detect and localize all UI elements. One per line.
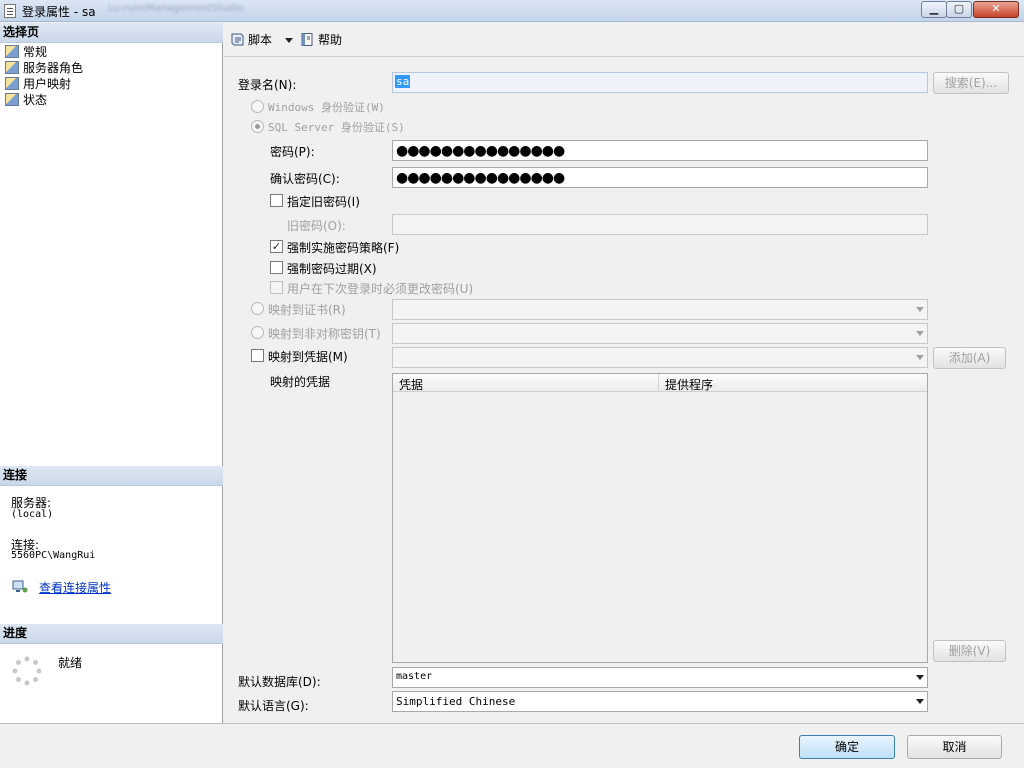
password-value: ●●●●●●●●●●●●●●●: [396, 143, 565, 159]
grid-header: 凭据 提供程序: [393, 374, 927, 392]
password-input[interactable]: ●●●●●●●●●●●●●●●: [392, 140, 928, 161]
map-asym-key-radio[interactable]: [251, 326, 264, 339]
search-button[interactable]: 搜索(E)...: [933, 72, 1009, 94]
map-credential-select[interactable]: [392, 347, 928, 368]
map-credential-label: 映射到凭据(M): [268, 350, 348, 364]
page-item-user-mapping[interactable]: 用户映射: [5, 76, 71, 92]
window-icon: [4, 4, 16, 18]
chevron-down-icon: [916, 675, 924, 680]
close-button[interactable]: ✕: [973, 1, 1019, 18]
connection-value: 5560PC\WangRui: [11, 550, 96, 561]
login-name-label: 登录名(N):: [238, 78, 297, 92]
grid-col-divider: [658, 374, 659, 392]
cancel-button[interactable]: 取消: [907, 735, 1002, 759]
default-language-label: 默认语言(G):: [238, 699, 309, 713]
maximize-button[interactable]: ▢: [946, 1, 972, 18]
chevron-down-icon: [916, 307, 924, 312]
remove-credential-button[interactable]: 删除(V): [933, 640, 1006, 662]
select-page-header: 选择页: [0, 23, 223, 43]
map-asym-key-label: 映射到非对称密钥(T): [268, 327, 381, 341]
chevron-down-icon: [916, 331, 924, 336]
toolbar: 脚本 帮助: [224, 23, 1024, 57]
server-value: (local): [11, 509, 54, 520]
progress-header: 进度: [0, 624, 223, 644]
general-page-form: 登录名(N): sa 搜索(E)... Windows 身份验证(W) SQL …: [224, 58, 1024, 723]
page-item-general[interactable]: 常规: [5, 44, 47, 60]
default-database-label: 默认数据库(D):: [238, 675, 321, 689]
old-password-input[interactable]: [392, 214, 928, 235]
sql-auth-radio[interactable]: [251, 120, 264, 133]
specify-old-password-checkbox[interactable]: [270, 194, 283, 207]
enforce-policy-checkbox[interactable]: ✓: [270, 240, 283, 253]
dialog-footer: 确定 取消: [0, 723, 1024, 768]
map-cert-radio[interactable]: [251, 302, 264, 315]
left-pane: 选择页 常规 服务器角色 用户映射 状态 连接 服务器: (local) 连接:…: [0, 23, 223, 723]
grid-col-credential[interactable]: 凭据: [399, 376, 423, 393]
progress-status: 就绪: [58, 656, 83, 670]
minimize-button[interactable]: ▁: [921, 1, 947, 18]
add-credential-button[interactable]: 添加(A): [933, 347, 1006, 369]
help-icon: [300, 32, 315, 47]
map-asym-key-select[interactable]: [392, 323, 928, 344]
view-connection-properties-link[interactable]: 查看连接属性: [39, 579, 111, 596]
default-language-select[interactable]: Simplified Chinese: [392, 691, 928, 712]
map-cert-label: 映射到证书(R): [268, 303, 346, 317]
script-button[interactable]: 脚本: [230, 31, 272, 49]
connection-properties-icon: [12, 580, 28, 594]
confirm-password-input[interactable]: ●●●●●●●●●●●●●●●: [392, 167, 928, 188]
confirm-password-value: ●●●●●●●●●●●●●●●: [396, 170, 565, 186]
confirm-password-label: 确认密码(C):: [270, 172, 340, 186]
login-name-value: sa: [395, 75, 411, 88]
help-button[interactable]: 帮助: [300, 31, 342, 49]
page-icon: [5, 77, 19, 90]
page-icon: [5, 61, 19, 74]
password-label: 密码(P):: [270, 145, 315, 159]
progress-spinner-icon: [11, 655, 43, 687]
windows-auth-radio[interactable]: [251, 100, 264, 113]
windows-auth-label: Windows 身份验证(W): [268, 101, 385, 114]
default-database-select[interactable]: master: [392, 667, 928, 688]
page-item-status[interactable]: 状态: [5, 92, 47, 108]
sql-auth-label: SQL Server 身份验证(S): [268, 121, 405, 134]
default-language-value: Simplified Chinese: [396, 695, 516, 708]
enforce-expiration-checkbox[interactable]: [270, 261, 283, 274]
must-change-checkbox[interactable]: [270, 281, 283, 294]
enforce-policy-label: 强制实施密码策略(F): [287, 241, 400, 255]
old-password-label: 旧密码(O):: [287, 219, 346, 233]
default-database-value: master: [396, 671, 433, 682]
page-item-server-roles[interactable]: 服务器角色: [5, 60, 83, 76]
must-change-label: 用户在下次登录时必须更改密码(U): [287, 282, 474, 296]
window-title: 登录属性 - sa: [22, 5, 96, 19]
login-name-input[interactable]: sa: [392, 72, 928, 93]
chevron-down-icon: [916, 355, 924, 360]
title-bar: 登录属性 - sa Lu-rulo\ManagementStudio ▁ ▢ ✕: [0, 0, 1024, 22]
page-icon: [5, 93, 19, 106]
specify-old-password-label: 指定旧密码(I): [287, 195, 360, 209]
script-dropdown-icon[interactable]: [285, 38, 293, 43]
enforce-expiration-label: 强制密码过期(X): [287, 262, 377, 276]
map-credential-checkbox[interactable]: [251, 349, 264, 362]
page-icon: [5, 45, 19, 58]
mapped-credentials-grid[interactable]: 凭据 提供程序: [392, 373, 928, 663]
ok-button[interactable]: 确定: [799, 735, 895, 759]
chevron-down-icon: [916, 699, 924, 704]
window-subtitle: Lu-rulo\ManagementStudio: [108, 3, 244, 14]
server-label: 服务器:: [11, 496, 52, 510]
mapped-credentials-label: 映射的凭据: [270, 375, 331, 389]
grid-col-provider[interactable]: 提供程序: [665, 376, 713, 393]
map-cert-select[interactable]: [392, 299, 928, 320]
script-icon: [230, 32, 245, 47]
connection-header: 连接: [0, 466, 223, 486]
